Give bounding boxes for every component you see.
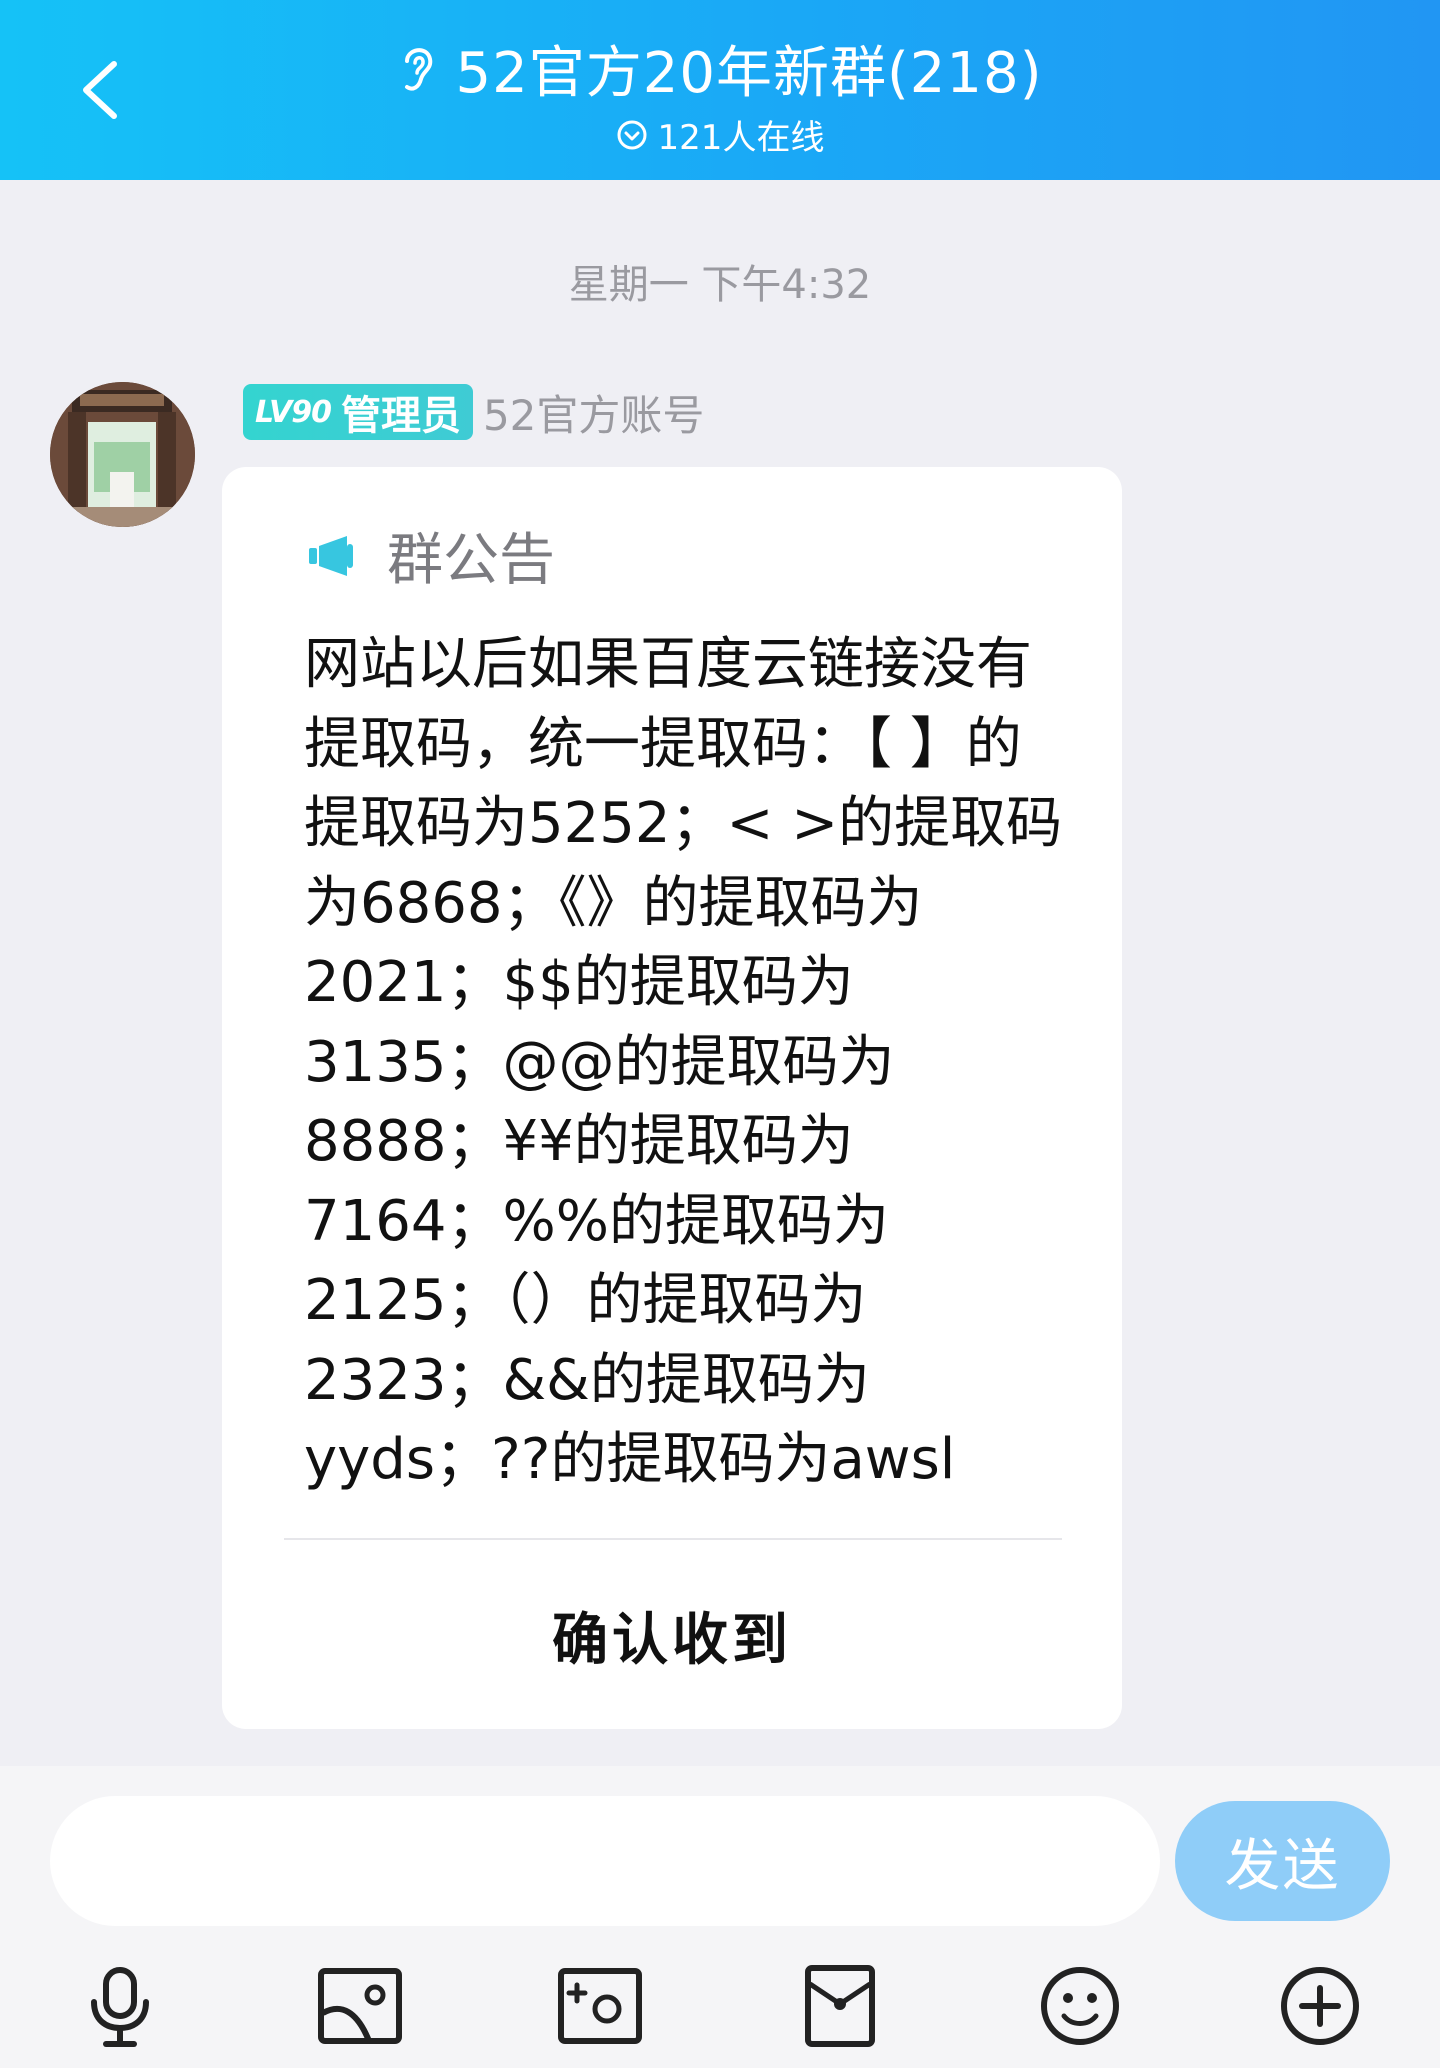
red-packet-button[interactable] <box>790 1956 890 2056</box>
check-circle-icon <box>617 120 647 149</box>
camera-button[interactable] <box>550 1956 650 2056</box>
sender-name[interactable]: 52官方账号 <box>483 382 704 443</box>
role-label: 管理员 <box>340 393 461 439</box>
avatar[interactable] <box>50 382 195 527</box>
message-timestamp: 星期一 下午4:32 <box>568 262 872 308</box>
emoji-button[interactable] <box>1030 1956 1130 2056</box>
message-input[interactable] <box>50 1796 1160 1926</box>
announcement-line: 提取码为5252；< >的提取码 <box>304 791 1063 856</box>
announcement-line: 2323；&&的提取码为 <box>304 1347 870 1413</box>
announcement-line: 8888；¥¥的提取码为 <box>304 1109 854 1174</box>
announcement-body: 网站以后如果百度云链接没有 提取码，统一提取码：【 】的 提取码为5252；< … <box>304 625 1094 1500</box>
announcement-line: 2021；$$的提取码为 <box>304 950 854 1015</box>
ear-icon <box>405 47 433 91</box>
announcement-header: 群公告 <box>307 515 555 596</box>
send-button[interactable]: 发送 <box>1175 1801 1390 1921</box>
announcement-line: 3135；@@的提取码为 <box>304 1029 895 1095</box>
image-button[interactable] <box>310 1956 410 2056</box>
more-button[interactable] <box>1270 1956 1370 2056</box>
title-row: 52官方20年新群(218) <box>0 28 1440 109</box>
announcement-line: 7164；%%的提取码为 <box>304 1188 889 1254</box>
red-packet-icon <box>805 1965 875 2047</box>
announcement-line: 网站以后如果百度云链接没有 <box>304 632 1032 697</box>
announcement-line: 2125；（）的提取码为 <box>304 1268 867 1333</box>
admin-badge: LV90 管理员 <box>243 384 473 440</box>
online-status: 121人在线 <box>0 110 1440 159</box>
image-icon <box>318 1968 402 2044</box>
emoji-icon <box>1041 1967 1119 2045</box>
camera-icon <box>558 1968 642 2044</box>
announcement-line: 为6868；《》的提取码为 <box>304 870 923 936</box>
group-title[interactable]: 52官方20年新群(218) <box>455 28 1042 109</box>
sender-row: LV90 管理员 52官方账号 <box>243 384 704 440</box>
megaphone-icon <box>309 535 353 576</box>
plus-icon <box>1281 1967 1359 2045</box>
announcement-line: yyds；??的提取码为awsl <box>304 1427 956 1492</box>
microphone-button[interactable] <box>70 1956 170 2056</box>
announcement-title: 群公告 <box>387 528 555 593</box>
announcement-card[interactable]: 群公告 网站以后如果百度云链接没有 提取码，统一提取码：【 】的 提取码为525… <box>222 467 1122 1729</box>
online-count: 121人在线 <box>657 118 825 158</box>
chat-header: 52官方20年新群(218) 121人在线 <box>0 0 1440 180</box>
avatar-image <box>50 382 195 527</box>
card-divider <box>284 1538 1062 1540</box>
toolbar <box>0 1956 1440 2056</box>
microphone-icon <box>91 1967 149 2047</box>
level-badge: LV90 <box>255 394 332 430</box>
announcement-line: 提取码，统一提取码：【 】的 <box>304 711 1022 777</box>
composer-bar: 发送 <box>0 1766 1440 2068</box>
confirm-received-button[interactable]: 确认收到 <box>222 1542 1122 1729</box>
